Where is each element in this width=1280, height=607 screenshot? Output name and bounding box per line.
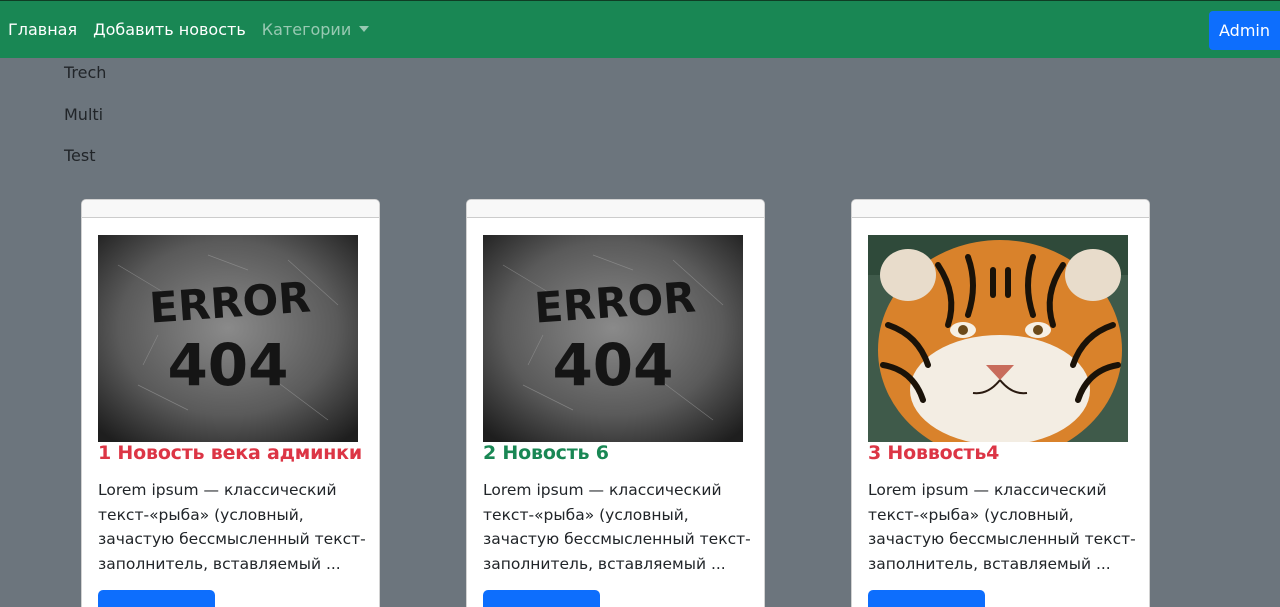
news-card: ERROR 404 2 Новость 6 Lorem ipsum — клас…	[466, 199, 765, 607]
read-more-button[interactable]	[98, 590, 215, 607]
category-item-multi[interactable]: Multi	[64, 104, 106, 146]
read-more-button[interactable]	[868, 590, 985, 607]
news-image-error-404: ERROR 404	[98, 235, 358, 442]
card-text: Lorem ipsum — классический текст-«рыба» …	[98, 481, 366, 573]
category-item-trech[interactable]: Trech	[64, 62, 106, 104]
card-title[interactable]: 1 Новость века админки	[98, 442, 362, 464]
svg-text:404: 404	[552, 331, 673, 399]
card-text: Lorem ipsum — классический текст-«рыба» …	[483, 481, 751, 573]
chevron-down-icon	[359, 26, 370, 32]
news-card: ERROR 404 1 Новость века админки Lorem i…	[81, 199, 380, 607]
card-title[interactable]: 2 Новость 6	[483, 442, 609, 464]
card-header	[852, 200, 1149, 218]
card-header	[82, 200, 379, 218]
nav-categories-dropdown[interactable]: Категории	[261, 20, 370, 39]
top-navbar: Главная Добавить новость Категории Admin	[0, 0, 1280, 58]
nav-add-news-link[interactable]: Добавить новость	[93, 20, 246, 39]
nav-home-link[interactable]: Главная	[8, 20, 77, 39]
news-image-tiger	[868, 235, 1128, 442]
news-image-error-404: ERROR 404	[483, 235, 743, 442]
admin-button[interactable]: Admin	[1209, 11, 1280, 50]
card-header	[467, 200, 764, 218]
read-more-button[interactable]	[483, 590, 600, 607]
card-text: Lorem ipsum — классический текст-«рыба» …	[868, 481, 1136, 573]
category-item-test[interactable]: Test	[64, 145, 106, 187]
nav-categories-label: Категории	[261, 20, 352, 39]
categories-dropdown-menu: Trech Multi Test	[64, 62, 106, 187]
svg-text:404: 404	[167, 331, 288, 399]
card-title[interactable]: 3 Новвость4	[868, 442, 999, 464]
news-card: 3 Новвость4 Lorem ipsum — классический т…	[851, 199, 1150, 607]
